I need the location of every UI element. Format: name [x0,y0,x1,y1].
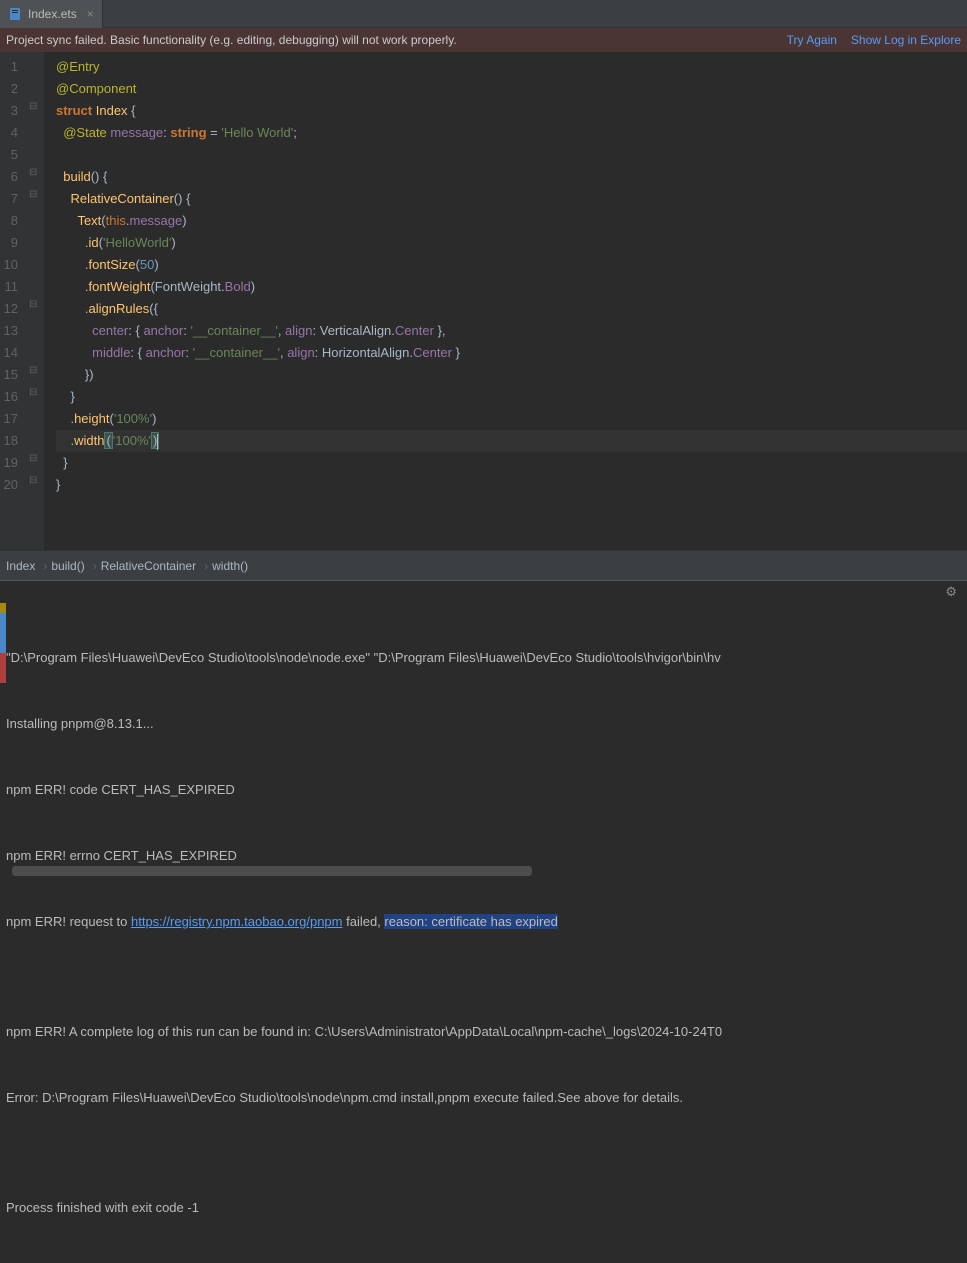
console-status-stripe [0,603,6,863]
fold-open-icon[interactable]: ⊟ [29,96,37,118]
line-number: 17 [0,408,18,430]
console-line: Installing pnpm@8.13.1... [6,713,957,735]
sync-failed-banner: Project sync failed. Basic functionality… [0,28,967,52]
line-number: 9 [0,232,18,254]
line-number: 19 [0,452,18,474]
gear-icon[interactable]: ⚙ [945,584,957,600]
show-log-link[interactable]: Show Log in Explore [851,33,961,47]
line-number: 6 [0,166,18,188]
console-line: npm ERR! A complete log of this run can … [6,1021,957,1043]
breadcrumb-item[interactable]: RelativeContainer [101,559,196,573]
line-number: 11 [0,276,18,298]
file-icon [8,7,22,21]
fold-close-icon[interactable]: ⊟ [29,360,37,382]
console-line: Error: D:\Program Files\Huawei\DevEco St… [6,1087,957,1109]
console-line: "D:\Program Files\Huawei\DevEco Studio\t… [6,647,957,669]
line-number: 15 [0,364,18,386]
code-editor[interactable]: @Entry @Component struct Index { @State … [44,52,967,550]
fold-open-icon[interactable]: ⊟ [29,162,37,184]
console-url-link[interactable]: https://registry.npm.taobao.org/pnpm [131,914,342,929]
line-number: 14 [0,342,18,364]
sync-message: Project sync failed. Basic functionality… [6,33,457,47]
console-line: npm ERR! errno CERT_HAS_EXPIRED [6,845,957,867]
editor-tab-index[interactable]: Index.ets × [0,0,103,28]
try-again-link[interactable]: Try Again [787,33,837,47]
line-number: 1 [0,56,18,78]
selected-text: reason: certificate has expired [384,914,557,929]
line-number: 5 [0,144,18,166]
breadcrumbs: Index › build() › RelativeContainer › wi… [0,550,967,580]
chevron-right-icon: › [204,559,208,573]
fold-close-icon[interactable]: ⊟ [29,382,37,404]
tabs-bar: Index.ets × [0,0,967,28]
fold-open-icon[interactable]: ⊟ [29,294,37,316]
line-number: 2 [0,78,18,100]
fold-open-icon[interactable]: ⊟ [29,184,37,206]
breadcrumb-item[interactable]: build() [51,559,84,573]
sync-actions: Try Again Show Log in Explore [787,33,961,47]
tab-label: Index.ets [28,7,77,21]
line-number: 4 [0,122,18,144]
console-panel: ⚙ "D:\Program Files\Huawei\DevEco Studio… [0,580,967,886]
line-number: 3 [0,100,18,122]
caret [157,434,158,450]
line-number: 18 [0,430,18,452]
breadcrumb-item[interactable]: width() [212,559,248,573]
chevron-right-icon: › [43,559,47,573]
console-line: npm ERR! request to https://registry.npm… [6,911,957,933]
fold-gutter: ⊟ ⊟ ⊟ ⊟ ⊟ ⊟ 💡 ⊟ ⊟ [26,52,44,550]
breadcrumb-item[interactable]: Index [6,559,35,573]
line-number: 10 [0,254,18,276]
line-gutter: 1 2 3 4 5 6 7 8 9 10 11 12 13 14 15 16 1… [0,52,26,550]
fold-close-icon[interactable]: ⊟ [29,448,37,470]
console-output[interactable]: "D:\Program Files\Huawei\DevEco Studio\t… [0,603,967,1263]
editor-area: 1 2 3 4 5 6 7 8 9 10 11 12 13 14 15 16 1… [0,52,967,550]
console-line: npm ERR! code CERT_HAS_EXPIRED [6,779,957,801]
line-number: 7 [0,188,18,210]
chevron-right-icon: › [93,559,97,573]
horizontal-scrollbar[interactable] [12,866,532,876]
fold-close-icon[interactable]: ⊟ [29,470,37,492]
close-icon[interactable]: × [87,7,94,21]
console-toolbar: ⚙ [0,581,967,603]
console-line: Process finished with exit code -1 [6,1197,957,1219]
line-number: 20 [0,474,18,496]
line-number: 8 [0,210,18,232]
line-number: 16 [0,386,18,408]
line-number: 13 [0,320,18,342]
line-number: 12 [0,298,18,320]
